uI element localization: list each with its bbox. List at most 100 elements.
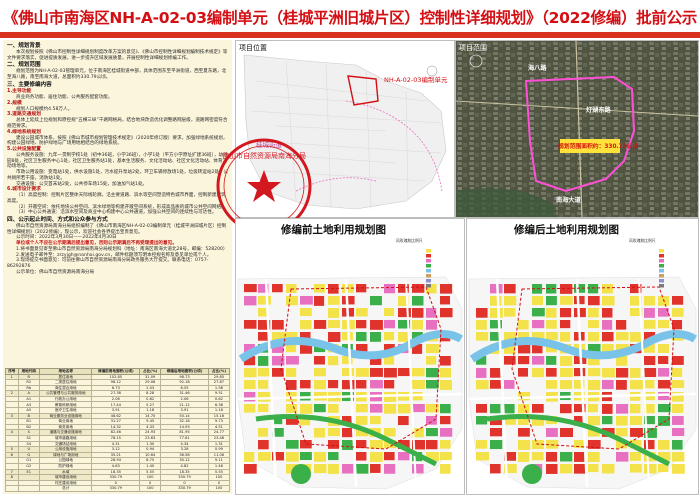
land-parcel [370, 464, 381, 473]
land-parcel [630, 452, 641, 461]
land-parcel [300, 380, 311, 389]
land-parcel [440, 440, 451, 449]
land-parcel [532, 368, 545, 378]
land-parcel [356, 380, 367, 389]
land-parcel [560, 320, 571, 329]
legend-swatch [426, 269, 431, 273]
land-parcel [672, 464, 685, 474]
land-parcel [384, 284, 396, 294]
land-parcel [560, 368, 573, 378]
legend-swatch [659, 259, 664, 263]
land-parcel [356, 332, 367, 342]
land-parcel [490, 296, 502, 306]
land-parcel [426, 308, 437, 318]
land-parcel [300, 404, 313, 414]
land-parcel [328, 440, 340, 449]
land-parcel [258, 404, 269, 413]
land-parcel [328, 296, 340, 305]
paragraph: 市政公用设施：变电站1处，供水设施1处，污水提升泵站2处，环卫车辆停放场1处，垃… [7, 170, 229, 181]
land-parcel [328, 356, 339, 366]
land-parcel [440, 452, 452, 461]
table-row: 总计 330.79 100 330.79 100 [5, 485, 231, 492]
land-parcel [602, 284, 613, 294]
legend-swatch [659, 274, 664, 278]
land-parcel [602, 416, 613, 425]
legend-swatch [426, 254, 431, 258]
paragraph: 3.现场提交书面意见：可前往佛山市自然资源局南海分局政务服务大厅提交。联系电话：… [7, 258, 209, 269]
land-parcel [370, 296, 382, 306]
land-parcel [356, 308, 368, 317]
land-parcel [518, 404, 530, 414]
land-parcel [286, 296, 298, 306]
land-parcel [356, 452, 367, 461]
land-parcel [356, 416, 368, 425]
land-parcel [384, 404, 397, 414]
land-parcel [560, 356, 573, 366]
land-parcel [356, 464, 369, 474]
land-parcel [658, 440, 670, 450]
land-parcel [644, 308, 655, 318]
table-cell: 100 [207, 485, 231, 492]
land-parcel [440, 368, 452, 378]
land-parcel [518, 344, 531, 354]
legend-swatch [426, 249, 431, 253]
road-label: 海八路 [528, 65, 547, 72]
land-parcel [328, 464, 339, 474]
section-heading: 三、主要修编内容 [7, 81, 52, 88]
land-parcel [504, 308, 516, 317]
land-parcel [644, 320, 656, 329]
land-parcel [440, 428, 453, 437]
land-parcel [518, 440, 531, 450]
land-parcel [384, 308, 395, 317]
land-parcel [574, 368, 586, 377]
table-header-cell: 修编前用地面积(公顷) [91, 368, 141, 375]
land-parcel [426, 428, 438, 437]
legend-swatch [659, 284, 664, 288]
land-parcel [588, 404, 599, 413]
land-parcel [398, 308, 411, 318]
land-parcel [532, 356, 545, 365]
land-parcel [314, 380, 327, 390]
land-parcel [602, 380, 614, 390]
land-parcel [300, 308, 312, 317]
land-parcel [546, 368, 557, 377]
land-parcel [560, 380, 573, 390]
land-parcel [602, 464, 615, 474]
land-parcel [644, 464, 657, 474]
map-title: 修编后土地利用规划图 [514, 224, 619, 236]
land-parcel [518, 428, 530, 437]
land-parcel [588, 296, 600, 306]
land-parcel [588, 284, 599, 294]
land-parcel [328, 332, 341, 342]
land-parcel [476, 416, 488, 425]
land-parcel [546, 320, 557, 329]
land-parcel [342, 464, 354, 474]
land-parcel [370, 404, 383, 413]
legend-swatch [426, 259, 431, 263]
paragraph: （3）中心公共通道：沿滨水空间及商业中心构建中心公共通道，加强公共空间的连续性与… [16, 210, 217, 216]
land-parcel [672, 368, 683, 377]
land-parcel [426, 344, 439, 354]
road-label: 灯湖东路 [586, 107, 611, 114]
land-parcel [672, 416, 684, 425]
land-parcel [546, 428, 558, 437]
land-parcel [370, 416, 381, 425]
legend-swatch [659, 254, 664, 258]
land-parcel [560, 452, 573, 462]
land-parcel [672, 380, 685, 389]
land-parcel [328, 308, 340, 318]
table-cell: 总计 [38, 485, 93, 492]
land-parcel [644, 296, 656, 306]
land-use-drawing-after [468, 249, 698, 490]
land-parcel [476, 452, 489, 461]
land-parcel [644, 380, 655, 389]
land-parcel [560, 332, 571, 342]
land-parcel [630, 404, 641, 414]
table-cell: 公共管理与公共服务用地 [38, 390, 93, 397]
land-parcel [490, 308, 503, 318]
land-parcel [328, 380, 339, 389]
land-parcel [616, 332, 629, 341]
land-parcel [518, 356, 530, 365]
land-parcel [300, 320, 312, 330]
land-parcel [532, 308, 545, 317]
